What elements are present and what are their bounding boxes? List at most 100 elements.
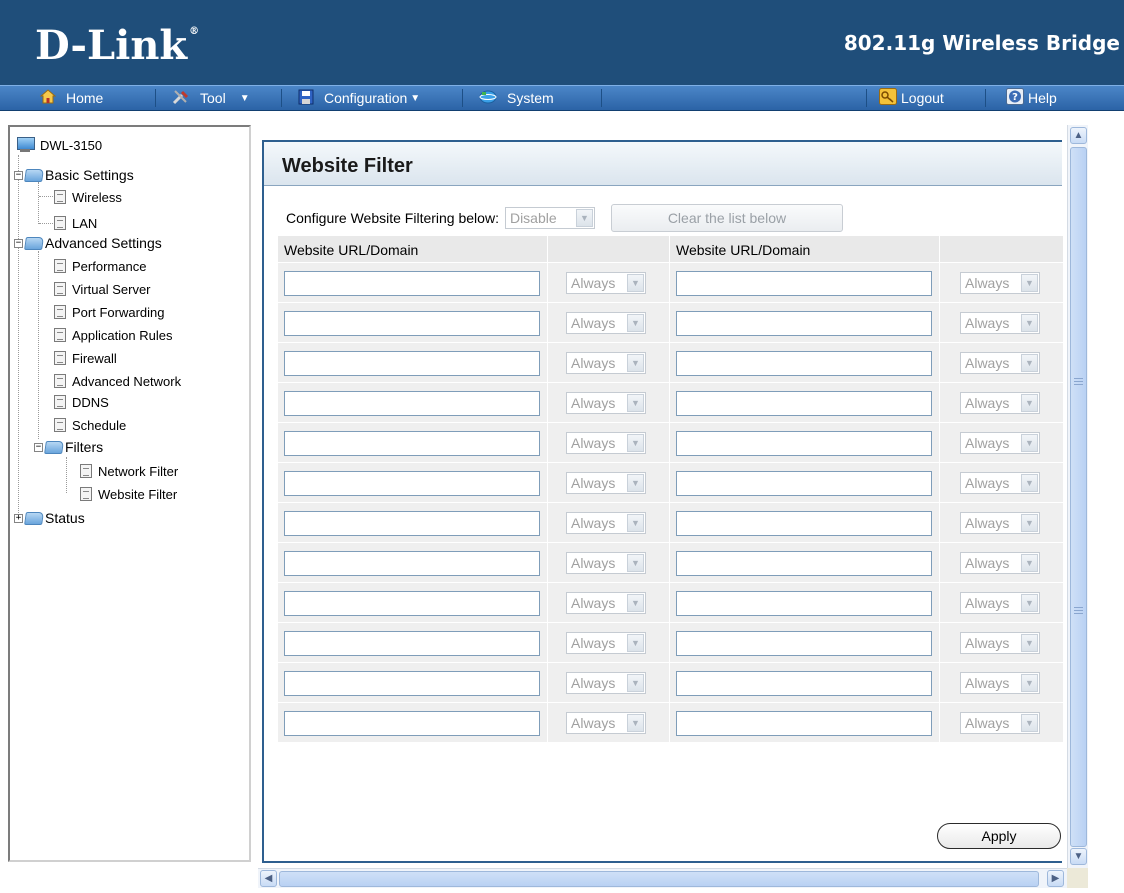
schedule-select[interactable]: Always ▼: [566, 352, 646, 374]
collapse-icon[interactable]: −: [14, 238, 23, 248]
chevron-down-icon: ▼: [1021, 514, 1038, 532]
website-url-input[interactable]: [284, 271, 540, 296]
schedule-select[interactable]: Always ▼: [566, 552, 646, 574]
schedule-select[interactable]: Always ▼: [960, 712, 1040, 734]
table-cell: [278, 343, 548, 383]
schedule-select[interactable]: Always ▼: [960, 312, 1040, 334]
schedule-select[interactable]: Always ▼: [960, 632, 1040, 654]
schedule-select[interactable]: Always ▼: [960, 352, 1040, 374]
scrollbar-thumb[interactable]: [279, 871, 1039, 887]
website-url-input[interactable]: [284, 431, 540, 456]
expand-icon[interactable]: +: [14, 513, 23, 523]
schedule-select[interactable]: Always ▼: [960, 272, 1040, 294]
schedule-select[interactable]: Always ▼: [566, 592, 646, 614]
folder-open-icon: [44, 440, 64, 454]
schedule-select[interactable]: Always ▼: [566, 472, 646, 494]
website-url-input[interactable]: [676, 591, 932, 616]
tree-item-website-filter[interactable]: Website Filter: [80, 484, 177, 504]
schedule-select[interactable]: Always ▼: [960, 432, 1040, 454]
tree-item-performance[interactable]: Performance: [54, 256, 146, 276]
page-icon: [54, 351, 66, 365]
tree-root-device[interactable]: DWL-3150: [14, 135, 102, 155]
website-url-input[interactable]: [284, 311, 540, 336]
menu-logout[interactable]: Logout: [879, 86, 944, 110]
website-url-input[interactable]: [676, 271, 932, 296]
schedule-select[interactable]: Always ▼: [960, 392, 1040, 414]
website-url-input[interactable]: [676, 551, 932, 576]
website-url-input[interactable]: [676, 511, 932, 536]
schedule-select[interactable]: Always ▼: [566, 632, 646, 654]
tree-item-wireless[interactable]: Wireless: [54, 187, 122, 207]
website-url-input[interactable]: [284, 711, 540, 736]
tree-item-application-rules[interactable]: Application Rules: [54, 325, 172, 345]
website-url-input[interactable]: [284, 551, 540, 576]
schedule-select[interactable]: Always ▼: [566, 672, 646, 694]
scroll-left-icon[interactable]: ◀: [260, 870, 277, 887]
horizontal-scrollbar[interactable]: ◀ ▶: [258, 868, 1067, 888]
schedule-select[interactable]: Always ▼: [566, 712, 646, 734]
website-url-input[interactable]: [676, 351, 932, 376]
chevron-down-icon: ▼: [627, 394, 644, 412]
website-url-input[interactable]: [676, 711, 932, 736]
header-banner: D-Link ® 802.11g Wireless Bridge: [0, 0, 1124, 85]
page-icon: [54, 282, 66, 296]
schedule-select[interactable]: Always ▼: [960, 592, 1040, 614]
website-url-input[interactable]: [284, 391, 540, 416]
table-cell: Always ▼: [940, 383, 1064, 423]
clear-list-button[interactable]: Clear the list below: [610, 204, 843, 232]
tree-item-filters[interactable]: − Filters: [34, 437, 103, 457]
website-url-input[interactable]: [676, 391, 932, 416]
schedule-select[interactable]: Always ▼: [960, 512, 1040, 534]
scroll-down-icon[interactable]: ▼: [1070, 848, 1087, 865]
tree-item-firewall[interactable]: Firewall: [54, 348, 117, 368]
schedule-select[interactable]: Always ▼: [566, 392, 646, 414]
website-url-input[interactable]: [284, 471, 540, 496]
tree-item-port-forwarding[interactable]: Port Forwarding: [54, 302, 164, 322]
tree-item-status[interactable]: + Status: [14, 508, 85, 528]
schedule-select[interactable]: Always ▼: [566, 512, 646, 534]
apply-button[interactable]: Apply: [937, 823, 1061, 849]
tree-item-lan[interactable]: LAN: [54, 213, 97, 233]
tree-item-schedule[interactable]: Schedule: [54, 415, 126, 435]
website-url-input[interactable]: [676, 311, 932, 336]
menu-configuration[interactable]: Configuration ▼: [298, 86, 420, 110]
tree-item-basic-settings[interactable]: − Basic Settings: [14, 165, 134, 185]
vertical-scrollbar[interactable]: ▲ ▼: [1067, 125, 1088, 868]
website-url-input[interactable]: [676, 431, 932, 456]
website-url-input[interactable]: [676, 471, 932, 496]
website-url-input[interactable]: [676, 631, 932, 656]
menu-bar: Home Tool ▼ Configuration ▼ System Logou…: [0, 85, 1124, 111]
menu-help[interactable]: ? Help: [1006, 86, 1057, 110]
tree-item-virtual-server[interactable]: Virtual Server: [54, 279, 151, 299]
scroll-up-icon[interactable]: ▲: [1070, 127, 1087, 144]
schedule-select[interactable]: Always ▼: [566, 312, 646, 334]
menu-system[interactable]: System: [479, 86, 554, 110]
schedule-value: Always: [965, 715, 1010, 731]
schedule-select[interactable]: Always ▼: [566, 432, 646, 454]
filter-mode-select[interactable]: Disable ▼: [504, 207, 595, 229]
collapse-icon[interactable]: −: [34, 442, 43, 452]
schedule-value: Always: [571, 395, 616, 411]
website-url-input[interactable]: [284, 351, 540, 376]
menu-tool[interactable]: Tool ▼: [172, 86, 250, 110]
tree-item-advanced-settings[interactable]: − Advanced Settings: [14, 233, 162, 253]
website-url-input[interactable]: [284, 671, 540, 696]
schedule-select[interactable]: Always ▼: [960, 672, 1040, 694]
collapse-icon[interactable]: −: [14, 170, 23, 180]
menu-home[interactable]: Home: [39, 86, 103, 110]
tree-label: Port Forwarding: [72, 304, 165, 320]
schedule-select[interactable]: Always ▼: [566, 272, 646, 294]
tree-item-ddns[interactable]: DDNS: [54, 392, 109, 412]
schedule-value: Always: [965, 315, 1010, 331]
tree-item-network-filter[interactable]: Network Filter: [80, 461, 178, 481]
scrollbar-thumb[interactable]: [1070, 147, 1087, 847]
website-url-input[interactable]: [284, 591, 540, 616]
tree-item-advanced-network[interactable]: Advanced Network: [54, 371, 181, 391]
scroll-right-icon[interactable]: ▶: [1047, 870, 1064, 887]
table-row: Always ▼ Always ▼: [278, 583, 1064, 623]
website-url-input[interactable]: [284, 631, 540, 656]
schedule-select[interactable]: Always ▼: [960, 552, 1040, 574]
schedule-select[interactable]: Always ▼: [960, 472, 1040, 494]
website-url-input[interactable]: [284, 511, 540, 536]
website-url-input[interactable]: [676, 671, 932, 696]
